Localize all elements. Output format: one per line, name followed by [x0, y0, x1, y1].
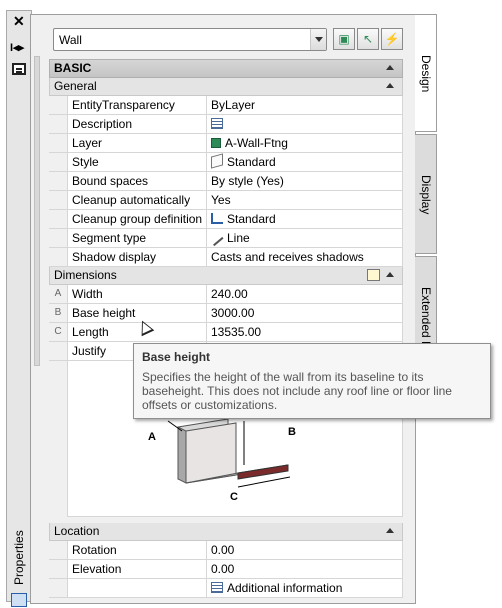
cleanup-group-icon	[211, 213, 223, 224]
property-name: Segment type	[67, 229, 207, 247]
property-name: Style	[67, 153, 207, 171]
section-dimensions-label: Dimensions	[54, 268, 117, 282]
property-value[interactable]: Line	[207, 229, 403, 247]
properties-panel: Wall ▣ ↖ ⚡ BASIC General EntityTranspare…	[30, 14, 416, 604]
collapse-icon[interactable]	[386, 272, 394, 277]
property-name	[67, 579, 207, 597]
diagram-label-c: C	[230, 491, 238, 503]
dimension-key: A	[54, 288, 62, 299]
select-objects-button[interactable]: ↖	[357, 28, 379, 50]
property-row[interactable]: Bound spaces By style (Yes)	[49, 172, 403, 191]
property-name: Description	[67, 115, 207, 133]
section-general-label: General	[54, 79, 97, 93]
property-value[interactable]: Yes	[207, 191, 403, 209]
pickadd-icon: ▣	[338, 32, 350, 46]
tab-display[interactable]: Display	[415, 134, 437, 254]
dimension-picker-icon[interactable]	[367, 269, 380, 281]
segment-line-icon	[210, 233, 224, 247]
property-name: Rotation	[67, 541, 207, 559]
tooltip-title: Base height	[142, 350, 211, 364]
property-value[interactable]: 13535.00	[207, 323, 403, 341]
property-row[interactable]: Cleanup group definition Standard	[49, 210, 403, 229]
property-name: Cleanup group definition	[67, 210, 207, 228]
property-row[interactable]: Rotation 0.00	[49, 541, 403, 560]
additional-info-icon	[211, 582, 223, 593]
property-row[interactable]: Cleanup automatically Yes	[49, 191, 403, 210]
property-row[interactable]: Description	[49, 115, 403, 134]
property-row[interactable]: C Length 13535.00	[49, 323, 403, 342]
property-value[interactable]: ByLayer	[207, 96, 403, 114]
property-row[interactable]: Additional information	[49, 579, 403, 598]
category-basic[interactable]: BASIC	[49, 59, 403, 78]
description-icon[interactable]	[211, 118, 223, 129]
section-general[interactable]: General	[49, 78, 403, 96]
palette-icon	[11, 593, 27, 607]
dimension-key: B	[54, 307, 62, 318]
select-objects-icon: ↖	[362, 32, 374, 46]
close-icon[interactable]: ✕	[13, 13, 25, 30]
property-row[interactable]: Layer A-Wall-Ftng	[49, 134, 403, 153]
property-value[interactable]: By style (Yes)	[207, 172, 403, 190]
quick-select-icon: ⚡	[384, 32, 400, 46]
object-type-dropdown[interactable]: Wall	[53, 28, 327, 51]
property-row[interactable]: Style Standard	[49, 153, 403, 172]
property-value[interactable]: Casts and receives shadows	[207, 248, 403, 266]
dimension-key: C	[54, 326, 62, 337]
collapse-icon[interactable]	[386, 528, 394, 533]
property-value[interactable]: Standard	[207, 210, 403, 228]
section-dimensions[interactable]: Dimensions	[49, 267, 403, 285]
property-grid: BASIC General EntityTransparency ByLayer…	[49, 59, 403, 598]
tooltip-body: Specifies the height of the wall from it…	[142, 370, 452, 412]
wall-style-icon	[211, 153, 223, 169]
section-location-label: Location	[54, 524, 100, 538]
chevron-down-icon[interactable]	[310, 29, 326, 50]
object-type-value: Wall	[59, 33, 82, 47]
quick-select-button[interactable]: ⚡	[381, 28, 403, 50]
property-name: Bound spaces	[67, 172, 207, 190]
property-name: Base height	[67, 304, 207, 322]
diagram-label-b: B	[288, 426, 296, 438]
collapse-icon[interactable]	[386, 83, 394, 88]
property-value[interactable]	[207, 115, 403, 133]
property-name: Layer	[67, 134, 207, 152]
property-row[interactable]: B Base height 3000.00	[49, 304, 403, 323]
property-tooltip: Base height Specifies the height of the …	[133, 343, 491, 419]
additional-information-link[interactable]: Additional information	[207, 579, 403, 597]
property-row[interactable]: A Width 240.00	[49, 285, 403, 304]
scrollbar[interactable]	[34, 56, 40, 366]
property-value[interactable]: A-Wall-Ftng	[207, 134, 403, 152]
property-value[interactable]: 0.00	[207, 560, 403, 578]
property-value[interactable]: 3000.00	[207, 304, 403, 322]
property-row[interactable]: Elevation 0.00	[49, 560, 403, 579]
property-row[interactable]: Segment type Line	[49, 229, 403, 248]
property-name: Elevation	[67, 560, 207, 578]
property-value[interactable]: 0.00	[207, 541, 403, 559]
property-row[interactable]: EntityTransparency ByLayer	[49, 96, 403, 115]
property-value[interactable]: Standard	[207, 153, 403, 171]
auto-hide-icon[interactable]: I◂▸	[10, 41, 24, 54]
diagram-label-a: A	[148, 431, 156, 443]
property-value[interactable]: 240.00	[207, 285, 403, 303]
property-name: Shadow display	[67, 248, 207, 266]
layer-color-icon	[211, 138, 221, 148]
palette-title-bar: ✕ I◂▸ Properties	[6, 10, 32, 607]
tab-design[interactable]: Design	[415, 14, 437, 132]
property-row[interactable]: Shadow display Casts and receives shadow…	[49, 248, 403, 267]
toggle-pickadd-button[interactable]: ▣	[333, 28, 355, 50]
property-name: EntityTransparency	[67, 96, 207, 114]
palette-title: Properties	[12, 530, 26, 586]
collapse-icon[interactable]	[386, 65, 394, 70]
property-name: Cleanup automatically	[67, 191, 207, 209]
properties-menu-icon[interactable]	[12, 63, 26, 75]
category-basic-label: BASIC	[54, 61, 92, 75]
property-name: Width	[67, 285, 207, 303]
section-location[interactable]: Location	[49, 523, 403, 541]
